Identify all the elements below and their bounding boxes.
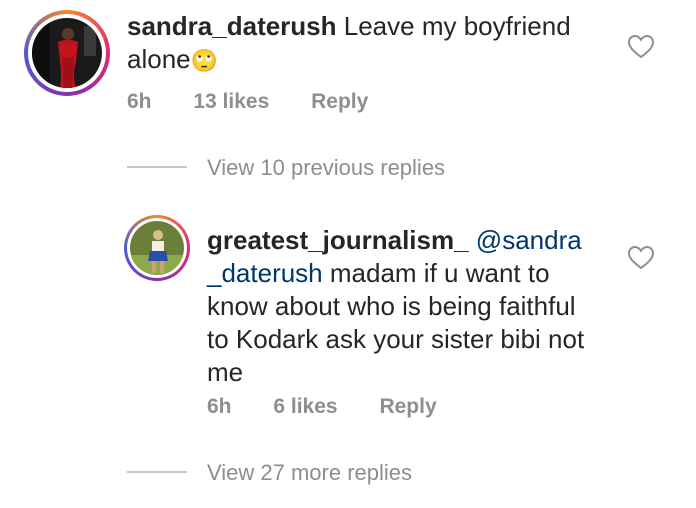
reply-meta: 6h 6 likes Reply	[207, 395, 473, 419]
reply-line-3: know about who is being faithful	[207, 291, 576, 321]
reply-likes[interactable]: 6 likes	[273, 395, 337, 418]
reply-line-5: me	[207, 357, 244, 387]
reply-line-2: _daterush madam if u want to	[207, 257, 647, 290]
avatar-sandra-image	[32, 18, 102, 88]
reply-mention-part-1[interactable]: @sandra	[476, 225, 582, 255]
avatar-sandra[interactable]	[24, 10, 110, 96]
reply-line-4: to Kodark ask your sister bibi not	[207, 324, 585, 354]
reply-time: 6h	[207, 395, 232, 418]
replies-divider-line	[127, 166, 187, 168]
avatar-greatest-journalism-image	[130, 221, 184, 275]
avatar-greatest-journalism[interactable]	[124, 215, 190, 281]
comment-time: 6h	[127, 90, 152, 113]
avatar-photo	[32, 18, 102, 88]
reply-mention-part-2[interactable]: _daterush	[207, 258, 323, 288]
reply-like-heart-icon[interactable]	[627, 245, 655, 271]
eye-roll-emoji-icon: 🙄	[190, 49, 219, 74]
comment-username[interactable]: sandra_daterush	[127, 11, 337, 41]
reply-text-line-2: madam if u want to	[322, 258, 550, 288]
reply-reply-button[interactable]: Reply	[379, 395, 436, 418]
reply-username[interactable]: greatest_journalism_	[207, 225, 469, 255]
comment-meta: 6h 13 likes Reply	[127, 90, 404, 114]
view-previous-replies-link[interactable]: View 10 previous replies	[207, 155, 445, 181]
comment-likes[interactable]: 13 likes	[193, 90, 269, 113]
like-heart-icon[interactable]	[627, 34, 655, 60]
more-replies-divider-line	[127, 471, 187, 473]
comment-reply-button[interactable]: Reply	[311, 90, 368, 113]
view-more-replies-link[interactable]: View 27 more replies	[207, 460, 412, 486]
reply-line-1: greatest_journalism_ @sandra	[207, 224, 647, 257]
avatar-photo	[130, 221, 184, 275]
comment-body: sandra_daterush Leave my boyfriend alone…	[127, 10, 607, 78]
reply-body: greatest_journalism_ @sandra _daterush m…	[207, 224, 647, 389]
